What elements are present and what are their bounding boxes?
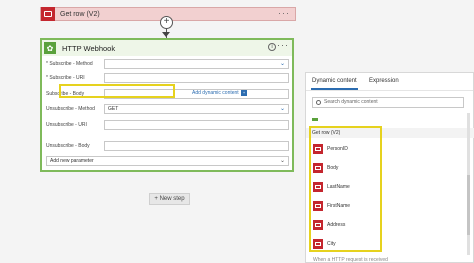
highlight-box <box>59 84 175 98</box>
active-tab-indicator <box>311 88 358 90</box>
add-dynamic-content-icon[interactable]: + <box>241 90 247 96</box>
next-section-header: When a HTTP request is received <box>313 257 388 263</box>
scroll-hint <box>312 118 318 121</box>
arrow-down-icon <box>162 32 170 37</box>
http-webhook-card: ✿ HTTP Webhook i ··· * Subscribe - Metho… <box>40 38 294 172</box>
unsubscribe-body-input[interactable] <box>104 141 289 151</box>
field-label: * Subscribe - URI <box>46 75 85 81</box>
subscribe-method-select[interactable]: ⌄ <box>104 59 289 69</box>
more-options-icon[interactable]: ··· <box>277 41 289 50</box>
unsubscribe-method-select[interactable]: GET ⌄ <box>104 104 289 114</box>
tab-dynamic-content[interactable]: Dynamic content <box>312 78 357 84</box>
subscribe-uri-input[interactable] <box>104 73 289 83</box>
search-icon <box>316 100 321 105</box>
field-label: Unsubscribe - URI <box>46 122 87 128</box>
more-options-icon[interactable]: ··· <box>278 9 290 18</box>
tab-expression[interactable]: Expression <box>369 78 399 84</box>
get-row-title: Get row (V2) <box>60 10 100 18</box>
panel-tabs: Dynamic content Expression <box>306 73 473 91</box>
field-label: Unsubscribe - Body <box>46 143 90 149</box>
webhook-header[interactable]: ✿ HTTP Webhook i ··· <box>42 40 292 56</box>
insert-step-button[interactable]: + <box>160 16 173 29</box>
scrollbar-thumb[interactable] <box>467 175 470 235</box>
unsubscribe-uri-input[interactable] <box>104 120 289 130</box>
info-icon[interactable]: i <box>268 43 276 51</box>
chevron-down-icon: ⌄ <box>279 106 285 112</box>
sql-server-icon <box>41 7 55 21</box>
highlight-box <box>309 126 382 252</box>
add-parameter-select[interactable]: Add new parameter ⌄ <box>46 156 289 166</box>
webhook-title: HTTP Webhook <box>62 43 116 53</box>
webhook-icon: ✿ <box>44 42 56 54</box>
chevron-down-icon: ⌄ <box>279 158 285 164</box>
new-step-button[interactable]: + New step <box>149 193 190 205</box>
chevron-down-icon: ⌄ <box>279 61 285 67</box>
field-label: Unsubscribe - Method <box>46 106 95 112</box>
field-label: * Subscribe - Method <box>46 61 93 67</box>
dynamic-content-panel: Dynamic content Expression Search dynami… <box>305 72 474 263</box>
add-dynamic-content-link[interactable]: Add dynamic content <box>192 90 239 96</box>
search-input[interactable]: Search dynamic content <box>312 97 464 108</box>
scrollbar[interactable] <box>467 113 470 255</box>
